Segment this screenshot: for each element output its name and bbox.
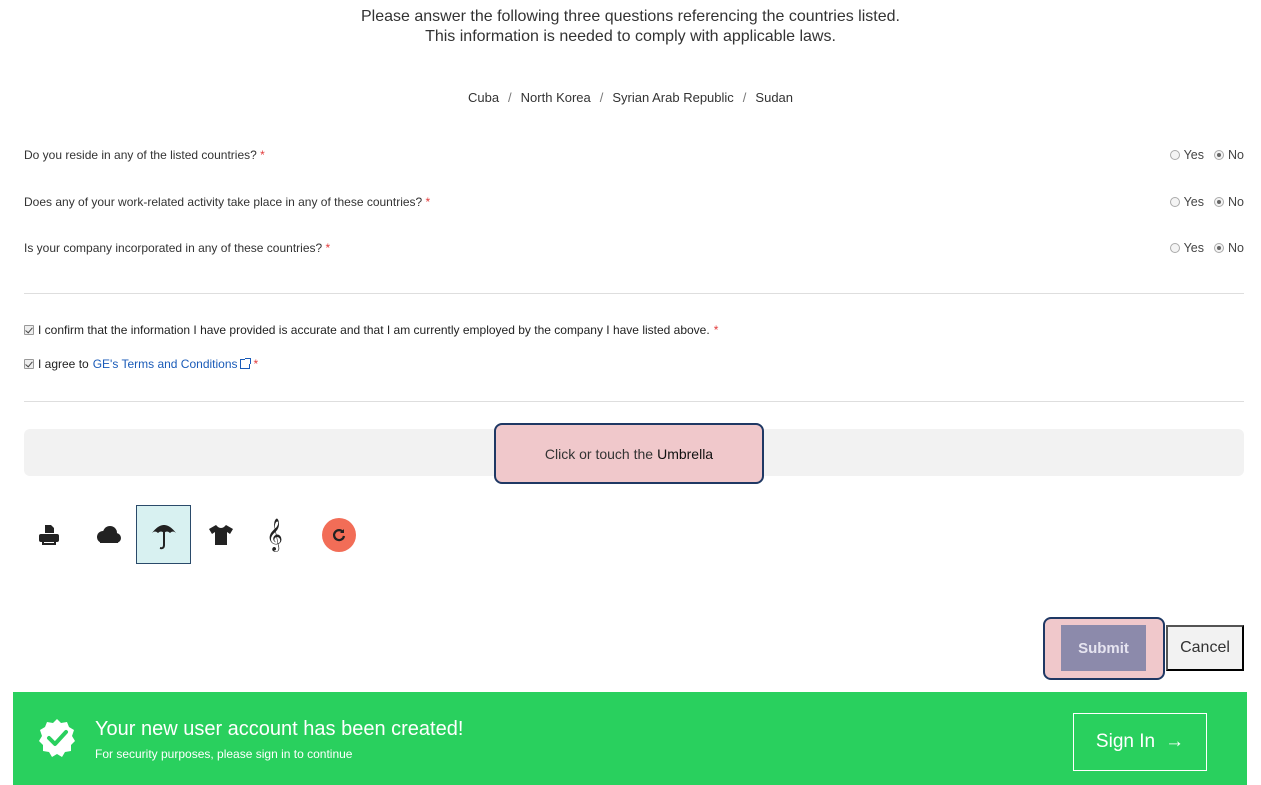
question-row-reside: Do you reside in any of the listed count… bbox=[24, 148, 1244, 166]
terms-link[interactable]: GE's Terms and Conditions bbox=[93, 357, 251, 371]
printer-icon[interactable] bbox=[21, 505, 76, 564]
radio-yes[interactable]: Yes bbox=[1169, 195, 1204, 209]
terms-prefix: I agree to bbox=[38, 357, 89, 371]
banner-title: Your new user account has been created! bbox=[95, 718, 464, 740]
external-link-icon bbox=[239, 358, 251, 369]
country-separator: / bbox=[742, 90, 747, 105]
question-text: Does any of your work-related activity t… bbox=[24, 195, 431, 209]
question-text: Do you reside in any of the listed count… bbox=[24, 148, 265, 162]
intro-line-2: This information is needed to comply wit… bbox=[425, 28, 836, 45]
cancel-button[interactable]: Cancel bbox=[1166, 625, 1244, 671]
country-item: Sudan bbox=[755, 90, 794, 105]
captcha-target: Umbrella bbox=[657, 445, 714, 462]
sign-in-button[interactable]: Sign In → bbox=[1073, 713, 1207, 771]
radio-yes[interactable]: Yes bbox=[1169, 148, 1204, 162]
question-options: Yes No bbox=[1169, 148, 1244, 162]
tshirt-icon[interactable] bbox=[193, 505, 248, 564]
radio-yes[interactable]: Yes bbox=[1169, 241, 1204, 255]
country-list: Cuba / North Korea / Syrian Arab Republic / Su… bbox=[0, 90, 1261, 105]
radio-no[interactable]: No bbox=[1214, 148, 1244, 162]
submit-button[interactable]: Submit bbox=[1061, 625, 1146, 671]
country-separator: / bbox=[508, 90, 512, 105]
sign-in-label: Sign In bbox=[1095, 731, 1156, 752]
success-banner: Your new user account has been created! … bbox=[13, 692, 1247, 785]
confirm-text: I confirm that the information I have pr… bbox=[38, 323, 710, 337]
country-item: Cuba bbox=[467, 90, 500, 105]
question-row-work-activity: Does any of your work-related activity t… bbox=[24, 195, 1244, 213]
umbrella-icon[interactable] bbox=[136, 505, 191, 564]
refresh-icon bbox=[332, 529, 346, 542]
question-row-incorporated: Is your company incorporated in any of t… bbox=[24, 241, 1244, 259]
country-item: Syrian Arab Republic bbox=[612, 90, 734, 105]
radio-no[interactable]: No bbox=[1214, 195, 1244, 209]
divider bbox=[24, 401, 1244, 402]
arrow-right-icon: → bbox=[1165, 731, 1185, 752]
country-separator: / bbox=[599, 90, 604, 105]
question-text: Is your company incorporated in any of t… bbox=[24, 241, 331, 255]
terms-checkbox[interactable] bbox=[24, 359, 34, 369]
question-options: Yes No bbox=[1169, 195, 1244, 209]
banner-subtitle: For security purposes, please sign in to… bbox=[95, 747, 353, 761]
captcha-prompt: Click or touch the Umbrella bbox=[494, 423, 764, 484]
country-item: North Korea bbox=[520, 90, 591, 105]
question-options: Yes No bbox=[1169, 241, 1244, 255]
radio-no[interactable]: No bbox=[1214, 241, 1244, 255]
confirm-checkbox[interactable] bbox=[24, 325, 34, 335]
divider bbox=[24, 293, 1244, 294]
intro-text: Please answer the following three questi… bbox=[0, 7, 1261, 47]
intro-line-1: Please answer the following three questi… bbox=[361, 8, 900, 25]
verified-badge-icon bbox=[39, 719, 75, 757]
treble-clef-icon[interactable]: 𝄞 bbox=[247, 505, 302, 564]
terms-row: I agree to GE's Terms and Conditions * bbox=[24, 357, 258, 371]
required-marker: * bbox=[713, 323, 719, 337]
confirm-row: I confirm that the information I have pr… bbox=[24, 323, 718, 337]
captcha-reload-button[interactable] bbox=[322, 518, 356, 552]
cloud-icon[interactable] bbox=[80, 505, 135, 564]
required-marker: * bbox=[253, 357, 259, 371]
